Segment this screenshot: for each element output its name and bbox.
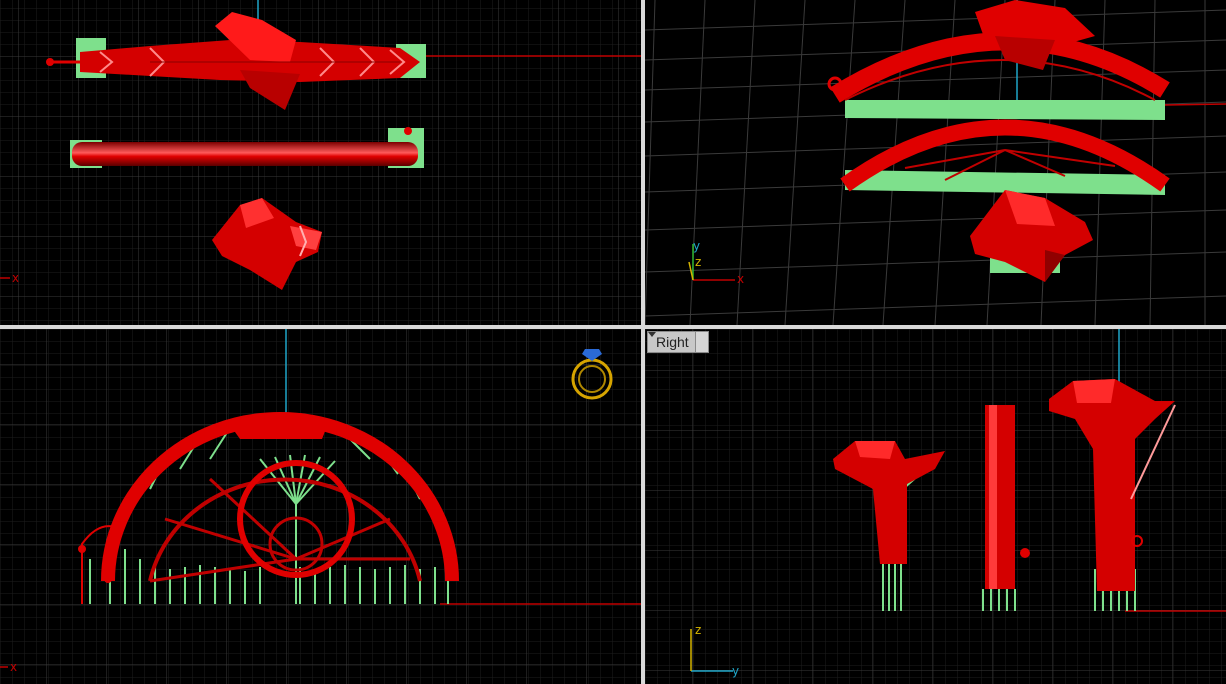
viewport-right[interactable]: z y Right — [645, 329, 1226, 684]
ring-shank-part[interactable] — [827, 0, 1170, 120]
axis-triad: x y z — [688, 239, 744, 286]
viewport-front[interactable]: x — [0, 329, 641, 684]
viewport-top-canvas[interactable]: x — [0, 0, 641, 325]
viewport-right-canvas[interactable]: z y — [645, 329, 1226, 684]
viewport-perspective-canvas[interactable]: x y z — [645, 0, 1226, 325]
viewport-front-canvas[interactable]: x — [0, 329, 641, 684]
x-axis-label: x — [10, 660, 17, 674]
four-viewport-layout: x x y z x z y Right — [0, 0, 1226, 684]
x-axis-label: x — [12, 271, 19, 285]
z-axis-label: z — [695, 623, 701, 637]
viewport-top[interactable]: x — [0, 0, 641, 325]
y-axis-label: y — [732, 664, 739, 678]
ring-band-part[interactable] — [840, 119, 1170, 196]
ring-head-part[interactable] — [970, 190, 1093, 282]
y-axis-label: y — [693, 239, 700, 253]
viewport-title-tab[interactable]: Right — [647, 331, 709, 353]
chevron-down-icon[interactable] — [648, 332, 708, 352]
viewport-perspective[interactable]: x y z — [645, 0, 1226, 325]
x-axis-label: x — [737, 272, 744, 286]
z-axis-label: z — [695, 255, 701, 269]
